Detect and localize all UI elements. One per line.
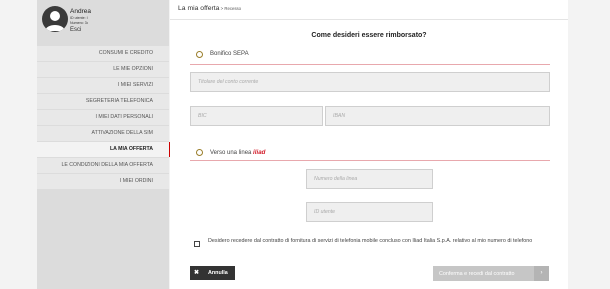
sidebar-item-segreteria-telefonica[interactable]: SEGRETERIA TELEFONICA (37, 94, 169, 109)
sidebar-item-i-miei-ordini[interactable]: I MIEI ORDINI (37, 174, 169, 189)
sidebar-menu: CONSUMI E CREDITO LE MIE OPZIONI I MIEI … (37, 46, 170, 190)
close-icon: ✖ (194, 270, 200, 276)
radio-linea-iliad[interactable] (196, 149, 203, 156)
user-box: Andrea ID utente: I Numero: 3• Esci (37, 0, 169, 44)
user-id: ID utente: I (70, 16, 88, 20)
page-question: Come desideri essere rimborsato? (311, 32, 427, 39)
user-name: Andrea (70, 8, 91, 15)
breadcrumb-current: > Recesso (219, 6, 242, 11)
iliad-logo: iliad (253, 149, 266, 156)
sidebar-item-condizioni-offerta[interactable]: LE CONDIZIONI DELLA MIA OFFERTA (37, 158, 169, 173)
sepa-divider (190, 64, 550, 65)
line-number-field[interactable]: Numero della linea (306, 169, 433, 189)
consent-text: Desidero recedere dal contratto di forni… (208, 238, 533, 244)
breadcrumb-title[interactable]: La mia offerta (178, 5, 219, 12)
radio-bonifico-sepa[interactable] (196, 51, 203, 58)
consent-checkbox[interactable] (194, 241, 200, 247)
confirm-button[interactable]: Conferma e recedi dal contratto › (433, 266, 549, 281)
cancel-button-label: Annulla (208, 270, 228, 276)
option-sepa-label: Bonifico SEPA (210, 51, 249, 57)
logout-link[interactable]: Esci (70, 27, 81, 33)
sidebar-item-le-mie-opzioni[interactable]: LE MIE OPZIONI (37, 62, 169, 77)
user-number: Numero: 3• (70, 21, 89, 25)
account-holder-field[interactable]: Titolare del conto corrente (190, 72, 550, 92)
avatar-icon (42, 6, 68, 32)
breadcrumb-text: La mia offerta > Recesso (178, 5, 241, 12)
sidebar-item-consumi-e-credito[interactable]: CONSUMI E CREDITO (37, 46, 169, 61)
breadcrumb: La mia offerta > Recesso (170, 0, 568, 20)
chevron-right-icon: › (534, 266, 549, 281)
main-panel: La mia offerta > Recesso Come desideri e… (170, 0, 568, 289)
option-line-label: Verso una linea iliad (210, 149, 265, 156)
confirm-button-label: Conferma e recedi dal contratto (439, 270, 515, 277)
option-line-text: Verso una linea (210, 150, 252, 156)
sidebar: Andrea ID utente: I Numero: 3• Esci CONS… (37, 0, 170, 289)
bic-field[interactable]: BIC (190, 106, 323, 126)
cancel-button[interactable]: ✖ Annulla (190, 266, 235, 280)
sidebar-item-dati-personali[interactable]: I MIEI DATI PERSONALI (37, 110, 169, 125)
iban-field[interactable]: IBAN (325, 106, 550, 126)
user-id-field[interactable]: ID utente (306, 202, 433, 222)
sidebar-item-i-miei-servizi[interactable]: I MIEI SERVIZI (37, 78, 169, 93)
sidebar-item-attivazione-sim[interactable]: ATTIVAZIONE DELLA SIM (37, 126, 169, 141)
sidebar-item-la-mia-offerta[interactable]: LA MIA OFFERTA (37, 142, 170, 157)
line-divider (190, 160, 550, 161)
